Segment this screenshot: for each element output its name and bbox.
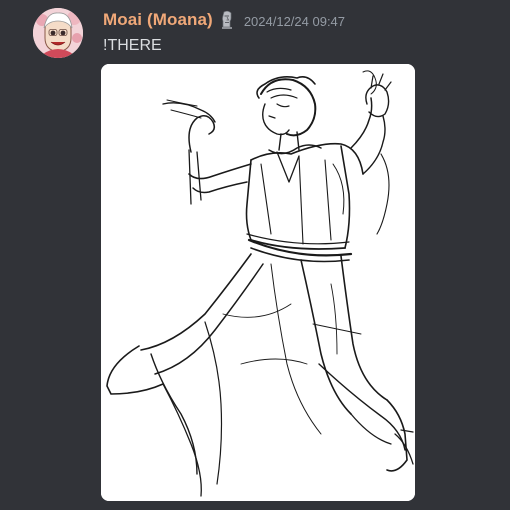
chat-message: Moai (Moana) 2024/12/24 09:47 !THERE bbox=[0, 0, 510, 510]
username[interactable]: Moai (Moana) bbox=[103, 10, 213, 30]
message-content: !THERE bbox=[103, 37, 162, 54]
moai-statue-icon[interactable] bbox=[219, 10, 235, 30]
message-header: Moai (Moana) 2024/12/24 09:47 bbox=[103, 8, 345, 32]
image-attachment[interactable] bbox=[101, 64, 415, 501]
user-avatar[interactable] bbox=[33, 8, 83, 58]
avatar-icon bbox=[33, 8, 83, 58]
message-timestamp: 2024/12/24 09:47 bbox=[243, 13, 346, 29]
sketch-drawing-image bbox=[101, 64, 415, 501]
